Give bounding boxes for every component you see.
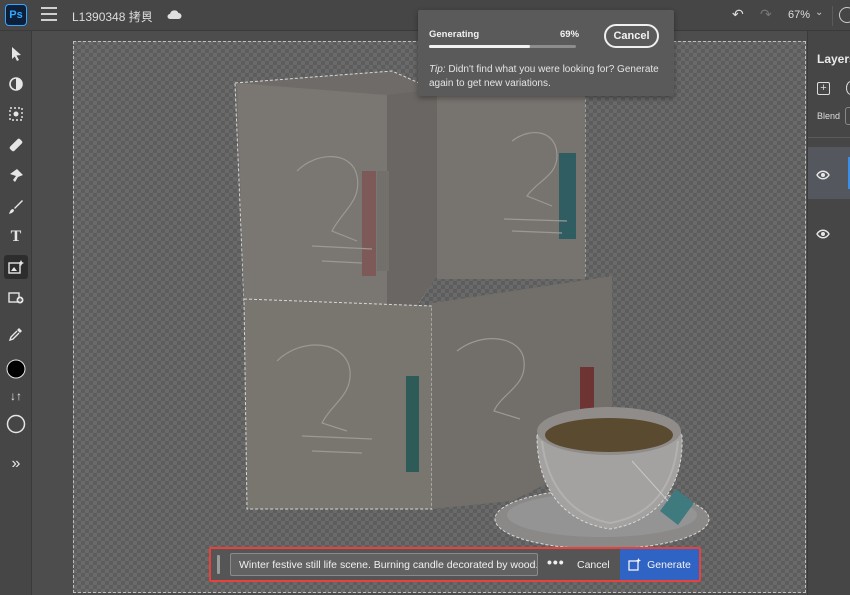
- swap-colors-icon[interactable]: ↓↑: [4, 384, 28, 408]
- chevron-down-icon[interactable]: ⌄: [142, 6, 151, 19]
- eye-icon[interactable]: [816, 167, 830, 185]
- layers-panel-title: Layers: [817, 52, 850, 66]
- undo-icon[interactable]: ↶: [732, 6, 744, 23]
- adjust-tool-icon[interactable]: [4, 72, 28, 96]
- drag-handle[interactable]: [217, 555, 220, 574]
- layer-row[interactable]: [808, 206, 850, 258]
- generating-progress-fill: [429, 45, 531, 48]
- generate-button[interactable]: Generate: [620, 549, 699, 580]
- redo-icon[interactable]: ↷: [760, 6, 772, 23]
- generate-label: Generate: [647, 558, 691, 571]
- canvas-area[interactable]: [32, 31, 807, 595]
- generating-percent: 69%: [560, 29, 580, 40]
- prompt-input[interactable]: Winter festive still life scene. Burning…: [230, 553, 538, 576]
- layer-row[interactable]: [808, 147, 850, 199]
- tools-toolbar: T ↓↑ »: [0, 31, 32, 595]
- quick-action-icon[interactable]: [4, 164, 28, 188]
- more-tools-icon[interactable]: »: [4, 452, 28, 476]
- brush-icon[interactable]: [4, 195, 28, 219]
- cloud-icon[interactable]: [166, 7, 182, 25]
- generating-progress-track: [429, 45, 576, 48]
- healing-brush-icon[interactable]: [4, 133, 28, 157]
- layer-options-icon[interactable]: [846, 81, 850, 95]
- generate-icon: [628, 558, 642, 571]
- generative-fill-prompt-bar: Winter festive still life scene. Burning…: [209, 547, 701, 582]
- generative-fill-icon[interactable]: [4, 255, 28, 279]
- product-image: [234, 70, 710, 550]
- move-tool-icon[interactable]: [4, 42, 28, 66]
- cancel-generating-button[interactable]: Cancel: [604, 24, 659, 48]
- blend-label: Blend: [817, 111, 841, 121]
- blend-mode-select[interactable]: [845, 107, 850, 125]
- zoom-chevron-icon[interactable]: ⌄: [815, 7, 823, 18]
- eyedropper-icon[interactable]: [4, 322, 28, 346]
- document-title[interactable]: L1390348 拷貝: [72, 8, 153, 25]
- generating-label: Generating: [429, 29, 480, 40]
- generating-panel: Generating 69% Cancel Tip: Didn't find w…: [418, 10, 674, 96]
- tip-text: Didn't find what you were looking for? G…: [429, 64, 659, 89]
- photoshop-logo: Ps: [5, 4, 27, 26]
- add-layer-icon[interactable]: +: [817, 82, 830, 95]
- help-icon[interactable]: [839, 7, 850, 23]
- select-subject-icon[interactable]: [4, 102, 28, 126]
- tip-prefix: Tip:: [429, 64, 446, 75]
- generating-tip: Tip: Didn't find what you were looking f…: [429, 63, 667, 91]
- foreground-color-swatch[interactable]: [4, 357, 28, 381]
- more-options-icon[interactable]: •••: [547, 554, 565, 570]
- main-menu-icon[interactable]: [41, 7, 57, 21]
- prompt-cancel-button[interactable]: Cancel: [577, 559, 610, 571]
- background-color-swatch[interactable]: [4, 412, 28, 436]
- layers-panel: Layers + Blend: [807, 31, 850, 595]
- divider: [832, 6, 833, 26]
- add-image-icon[interactable]: [4, 285, 28, 309]
- zoom-level[interactable]: 67%: [788, 9, 810, 21]
- divider: [808, 137, 850, 138]
- type-tool-icon[interactable]: T: [4, 225, 28, 249]
- eye-icon[interactable]: [816, 226, 830, 244]
